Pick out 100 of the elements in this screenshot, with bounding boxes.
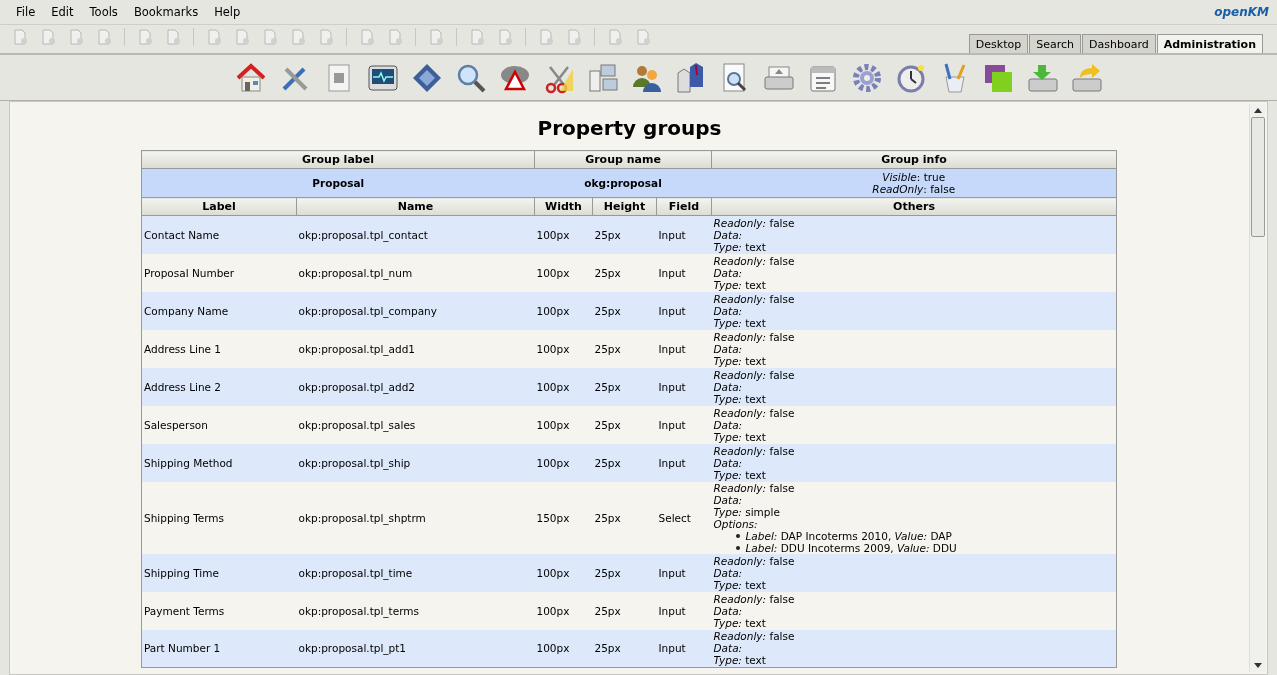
document-icon[interactable] xyxy=(137,29,153,45)
property-line: Readonly: false xyxy=(713,368,796,381)
document-icon[interactable] xyxy=(607,29,623,45)
property-line: Readonly: false xyxy=(713,554,796,567)
table-cell: 150px xyxy=(534,481,593,554)
menu-item[interactable]: Help xyxy=(206,5,249,19)
column-header: Field xyxy=(656,197,712,216)
table-cell: 100px xyxy=(534,253,593,292)
table-cell: 100px xyxy=(534,591,593,630)
document-icon[interactable] xyxy=(387,29,403,45)
document-icon[interactable] xyxy=(469,29,485,45)
property-line: Data: xyxy=(713,380,743,393)
document-icon[interactable] xyxy=(68,29,84,45)
table-cell: okp:proposal.tpl_sales xyxy=(296,405,535,444)
table-cell: okp:proposal.tpl_shptrm xyxy=(296,481,535,554)
table-cell: Salesperson xyxy=(141,405,297,444)
table-cell: okg:proposal xyxy=(534,168,712,198)
document-icon[interactable] xyxy=(262,29,278,45)
property-line: Type: text xyxy=(713,616,767,629)
table-cell: Input xyxy=(656,329,712,368)
table-cell: 25px xyxy=(592,291,657,330)
page-title: Property groups xyxy=(537,116,722,140)
table-cell: 100px xyxy=(534,553,593,592)
property-line: Type: text xyxy=(713,654,767,667)
table-cell: 100px xyxy=(534,329,593,368)
table-cell: Input xyxy=(656,553,712,592)
table-cell: Shipping Terms xyxy=(141,481,297,554)
table-cell: Shipping Method xyxy=(141,443,297,482)
table-cell: Input xyxy=(656,367,712,406)
menu-item[interactable]: Bookmarks xyxy=(125,5,207,19)
table-cell: 100px xyxy=(534,291,593,330)
property-line: Data: xyxy=(713,266,743,279)
info-line: Visible: true xyxy=(881,171,947,183)
table-cell: okp:proposal.tpl_num xyxy=(296,253,535,292)
property-line: Type: text xyxy=(713,430,767,443)
document-icon[interactable] xyxy=(497,29,513,45)
column-header: Group info xyxy=(711,150,1117,169)
table-cell: 25px xyxy=(592,591,657,630)
table-cell: okp:proposal.tpl_terms xyxy=(296,591,535,630)
property-line: Readonly: false xyxy=(713,292,796,305)
document-icon[interactable] xyxy=(290,29,306,45)
column-header: Name xyxy=(296,197,535,216)
tab[interactable]: Desktop xyxy=(968,34,1029,53)
document-icon[interactable] xyxy=(566,29,582,45)
document-icon[interactable] xyxy=(12,29,28,45)
property-line: Data: xyxy=(713,342,743,355)
document-icon[interactable] xyxy=(40,29,56,45)
property-line: Type: simple xyxy=(713,505,781,518)
property-line: Data: xyxy=(713,642,744,655)
property-line: Readonly: false xyxy=(713,216,796,229)
table-cell: okp:proposal.tpl_contact xyxy=(296,215,535,254)
menu-item[interactable]: Edit xyxy=(43,5,82,19)
table-cell: Input xyxy=(656,253,712,292)
property-line: Type: text xyxy=(713,468,767,481)
column-header: Width xyxy=(534,197,593,216)
tab[interactable]: Dashboard xyxy=(1082,34,1156,53)
table-cell: Select xyxy=(656,481,712,554)
document-icon[interactable] xyxy=(318,29,334,45)
tab[interactable]: Administration xyxy=(1156,34,1263,53)
table-cell: Payment Terms xyxy=(141,591,297,630)
menu-item[interactable]: File xyxy=(8,5,44,19)
scroll-down-icon[interactable] xyxy=(1253,663,1262,668)
document-icon[interactable] xyxy=(428,29,444,45)
menu-item[interactable]: Tools xyxy=(81,5,126,19)
bullet-icon xyxy=(735,533,740,538)
property-line: Readonly: false xyxy=(713,630,796,643)
document-icon[interactable] xyxy=(96,29,112,45)
document-icon[interactable] xyxy=(234,29,250,45)
scrollbar[interactable] xyxy=(1249,104,1265,672)
table-cell: Input xyxy=(656,591,712,630)
table-cell: 100px xyxy=(534,629,593,668)
property-line: Data: xyxy=(713,493,743,506)
document-icon[interactable] xyxy=(206,29,222,45)
table-cell: 25px xyxy=(592,553,657,592)
table-cell: okp:proposal.tpl_ship xyxy=(296,443,535,482)
property-line: Data: xyxy=(713,604,743,617)
scrollbar-thumb[interactable] xyxy=(1250,117,1265,237)
table-cell: okp:proposal.tpl_add2 xyxy=(296,367,535,406)
document-icon[interactable] xyxy=(538,29,554,45)
table-cell: okp:proposal.tpl_time xyxy=(296,553,535,592)
table-cell: 100px xyxy=(534,215,593,254)
column-header: Others xyxy=(711,197,1117,216)
table-cell: okp:proposal.tpl_add1 xyxy=(296,329,535,368)
table-cell: Proposal Number xyxy=(141,253,297,292)
property-line: Data: xyxy=(713,456,743,469)
option-line: Label: DAP Incoterms 2010, Value: DAP xyxy=(745,529,952,542)
table-cell: 25px xyxy=(592,367,657,406)
document-icon[interactable] xyxy=(635,29,651,45)
document-icon[interactable] xyxy=(165,29,181,45)
document-icon[interactable] xyxy=(359,29,375,45)
table-cell: Address Line 1 xyxy=(141,329,297,368)
property-line: Readonly: false xyxy=(713,592,796,605)
property-line: Data: xyxy=(713,418,743,431)
bullet-icon xyxy=(735,545,740,550)
table-cell: 100px xyxy=(534,367,593,406)
tab[interactable]: Search xyxy=(1029,34,1081,53)
table-cell: 25px xyxy=(592,629,657,668)
table-cell: Address Line 2 xyxy=(141,367,297,406)
property-line: Readonly: false xyxy=(713,330,796,343)
property-line: Type: text xyxy=(713,316,767,329)
